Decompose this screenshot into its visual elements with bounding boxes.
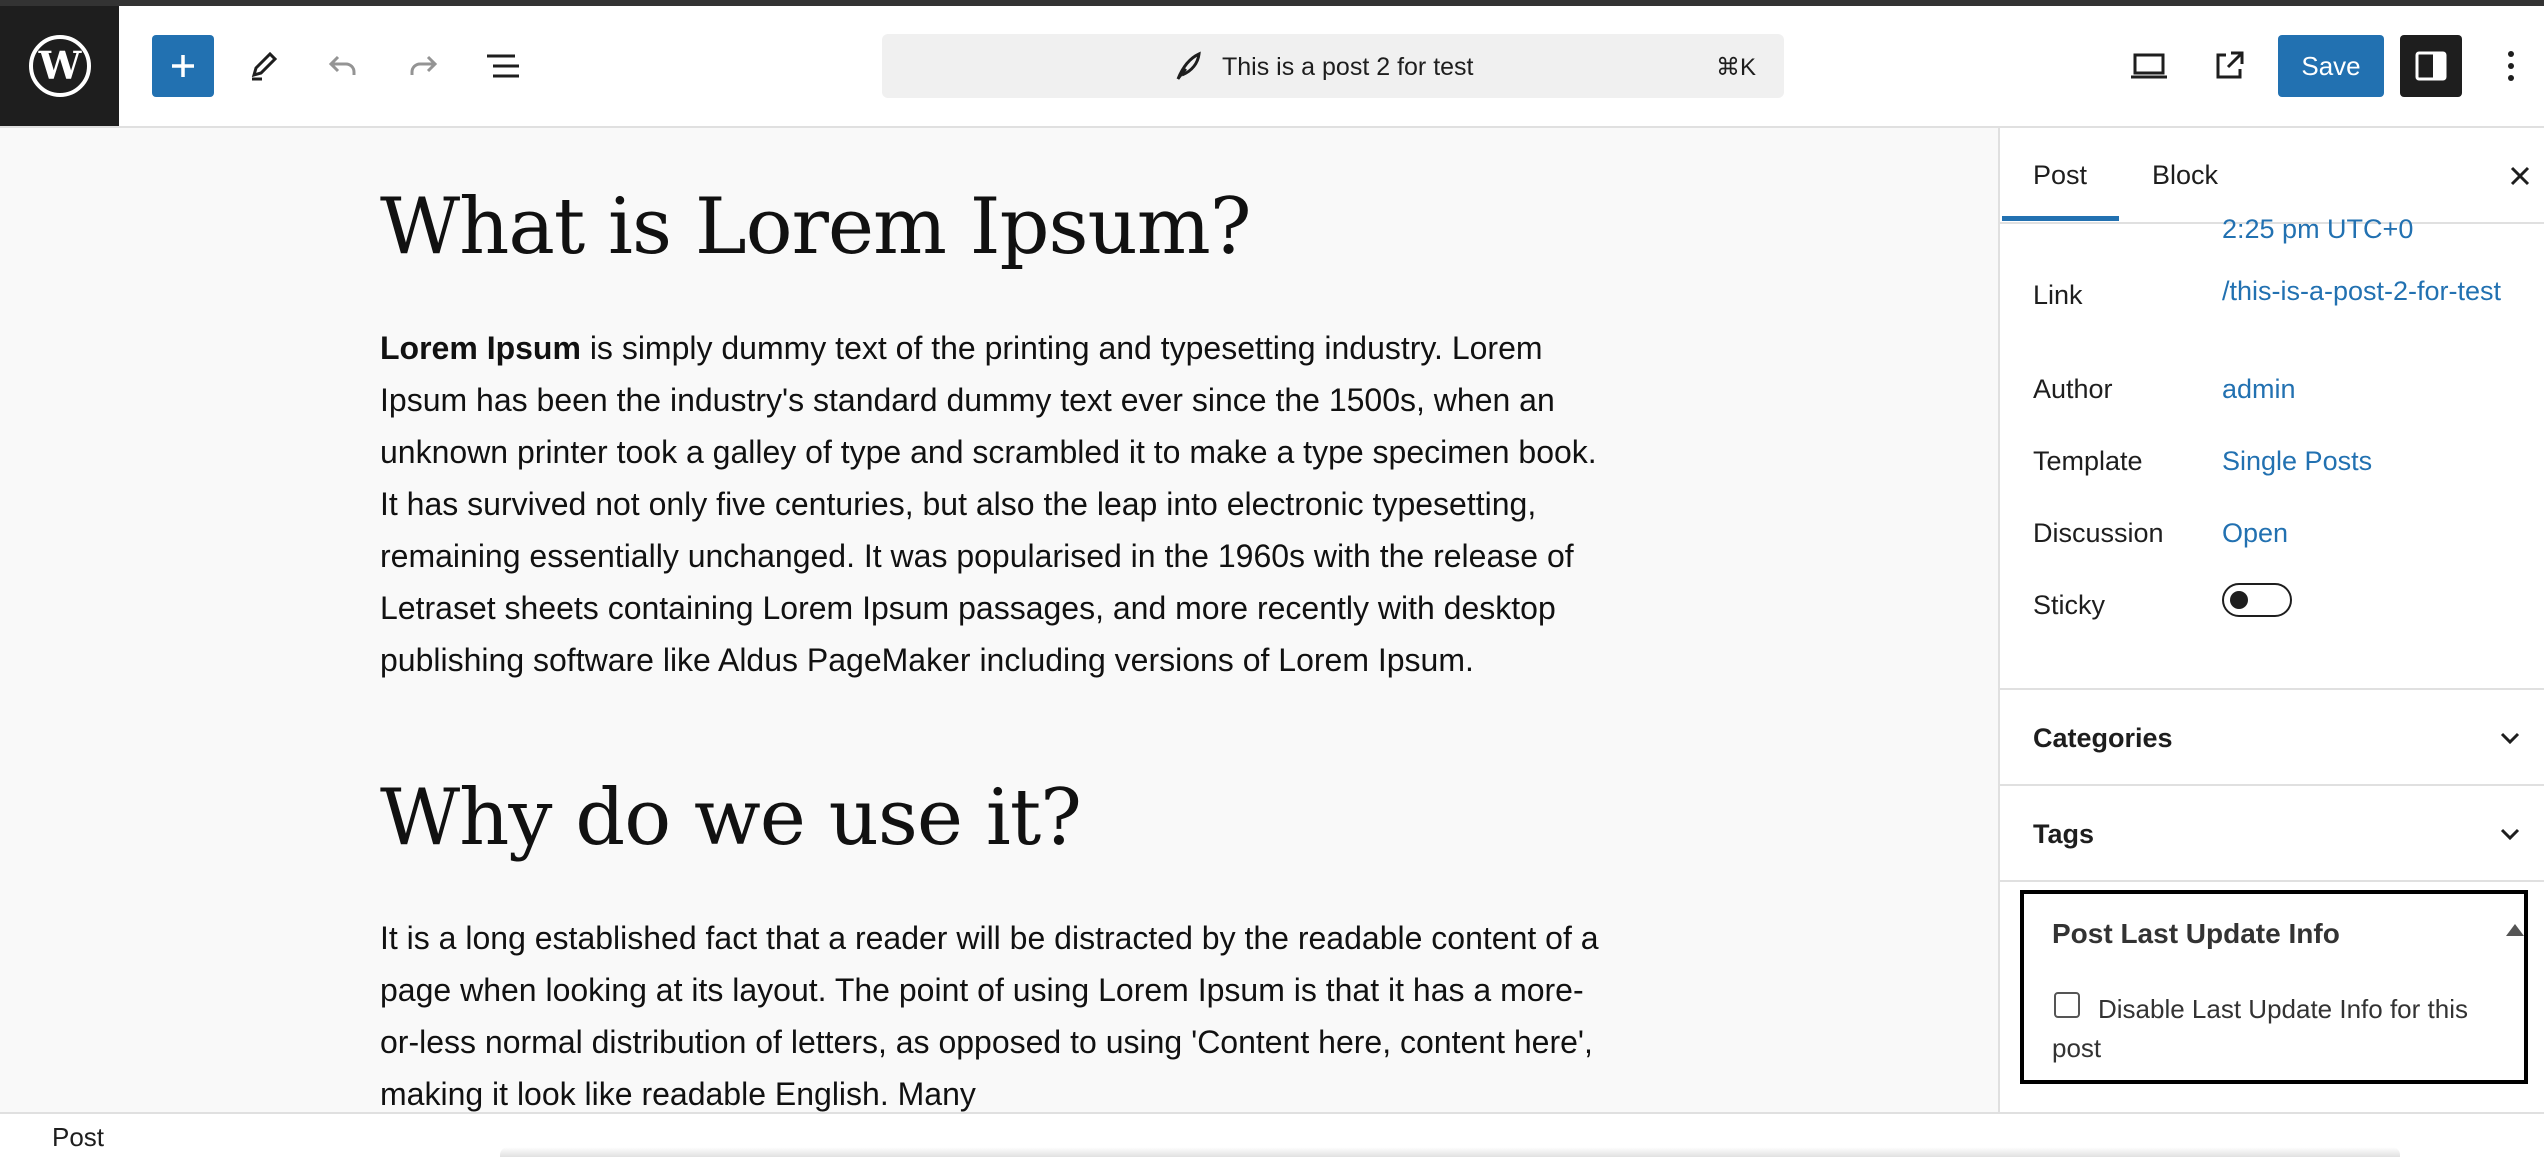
template-value[interactable]: Single Posts (2222, 446, 2372, 477)
feather-icon (1176, 51, 1201, 80)
author-label: Author (2033, 374, 2113, 404)
undo-icon (328, 55, 356, 75)
keyboard-shortcut: ⌘K (1715, 54, 1756, 81)
panel-divider (2000, 880, 2544, 882)
redo-button[interactable] (392, 35, 454, 97)
document-title: This is a post 2 for test (1222, 53, 1474, 81)
post-heading-2[interactable]: Why do we use it? (380, 773, 1082, 863)
block-breadcrumb-bar: Post (0, 1112, 2544, 1157)
meta-box-title: Post Last Update Info (2052, 918, 2340, 949)
wordpress-logo-button[interactable]: W (0, 6, 119, 126)
tab-post[interactable]: Post (2033, 160, 2087, 191)
laptop-icon (2131, 53, 2167, 79)
settings-sidebar: Post Block 2:25 pm UTC+0 Link /this-is-a… (1998, 128, 2544, 1112)
redo-icon (410, 55, 438, 75)
close-icon (2510, 166, 2530, 186)
bottom-shadow (500, 1147, 2400, 1157)
sticky-label: Sticky (2033, 590, 2106, 620)
active-tab-indicator (2002, 216, 2119, 221)
link-label: Link (2033, 280, 2083, 310)
toggle-knob (2230, 591, 2248, 609)
post-heading-1[interactable]: What is Lorem Ipsum? (380, 182, 1252, 272)
preview-button[interactable] (2118, 35, 2180, 97)
checkbox-label[interactable]: Disable Last Update Info for this post (2052, 990, 2522, 1068)
categories-title: Categories (2033, 723, 2173, 753)
options-menu-button[interactable] (2480, 35, 2542, 97)
add-block-button[interactable] (152, 35, 214, 97)
link-value[interactable]: /this-is-a-post-2-for-test (2222, 276, 2512, 307)
plus-icon (172, 55, 194, 77)
editor-toolbar: W This is a post 2 for test ⌘K Save (0, 6, 2544, 128)
paragraph-block-1[interactable]: Lorem Ipsum is simply dummy text of the … (380, 322, 1620, 686)
post-last-update-meta-box: Post Last Update Info Disable Last Updat… (2020, 890, 2528, 1084)
chevron-down-icon (2500, 732, 2520, 745)
sticky-toggle[interactable] (2222, 583, 2292, 617)
svg-text:W: W (37, 43, 82, 88)
tab-block[interactable]: Block (2152, 160, 2218, 191)
save-button[interactable]: Save (2278, 35, 2384, 97)
discussion-label: Discussion (2033, 518, 2164, 548)
document-overview-button[interactable] (472, 35, 534, 97)
paragraph-bold-text: Lorem Ipsum (380, 330, 581, 366)
undo-button[interactable] (312, 35, 374, 97)
editor-canvas: What is Lorem Ipsum? Lorem Ipsum is simp… (0, 128, 1998, 1112)
discussion-value[interactable]: Open (2222, 518, 2288, 549)
document-command-bar[interactable]: This is a post 2 for test ⌘K (882, 34, 1784, 98)
more-vertical-icon (2508, 51, 2514, 81)
chevron-down-icon (2500, 828, 2520, 841)
author-value[interactable]: admin (2222, 374, 2296, 405)
paragraph-text: is simply dummy text of the printing and… (380, 330, 1597, 678)
pencil-icon (251, 51, 278, 81)
wordpress-icon: W (28, 35, 91, 97)
tags-title: Tags (2033, 819, 2095, 849)
template-label: Template (2033, 446, 2143, 476)
view-post-button[interactable] (2198, 35, 2260, 97)
caret-up-icon[interactable] (2506, 924, 2524, 936)
publish-time-value[interactable]: 2:25 pm UTC+0 (2222, 214, 2413, 245)
tools-button[interactable] (232, 35, 294, 97)
external-link-icon (2216, 51, 2244, 79)
panel-divider (2000, 784, 2544, 786)
breadcrumb-post[interactable]: Post (52, 1122, 104, 1153)
list-view-icon (487, 54, 519, 78)
settings-toggle-button[interactable] (2400, 35, 2462, 97)
close-sidebar-button[interactable] (2502, 158, 2538, 194)
panel-divider (2000, 688, 2544, 690)
sidebar-icon (2415, 51, 2447, 81)
sidebar-tabs: Post Block (2000, 128, 2544, 224)
paragraph-block-2[interactable]: It is a long established fact that a rea… (380, 912, 1620, 1112)
